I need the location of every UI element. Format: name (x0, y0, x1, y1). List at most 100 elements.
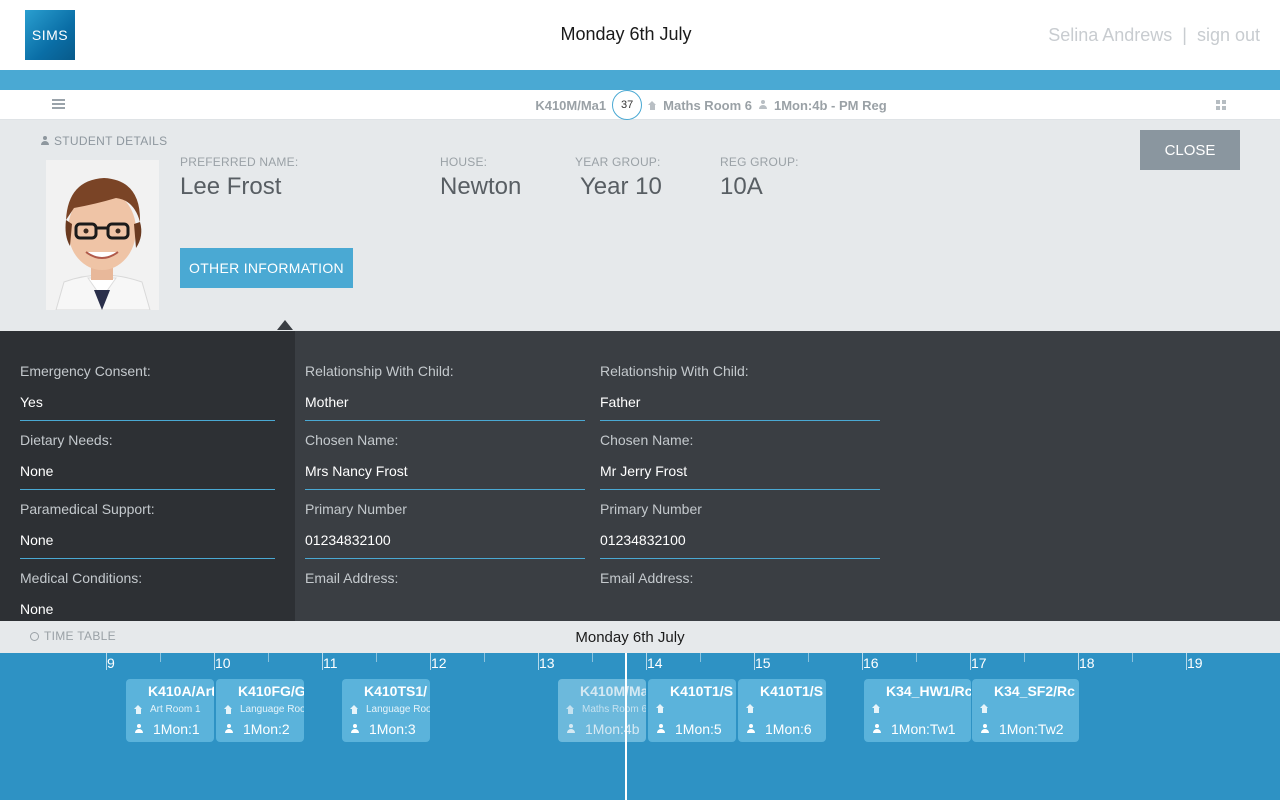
period-icon (224, 724, 234, 734)
student-details-label: STUDENT DETAILS (40, 134, 167, 148)
user-area: Selina Andrews | sign out (1048, 25, 1260, 46)
contact2-primary-number-field: Primary Number 01234832100 (600, 501, 880, 559)
field-divider (600, 558, 880, 559)
lesson-card[interactable]: K410T1/S 1Mon:5 (648, 679, 736, 742)
timetable-date: Monday 6th July (575, 629, 685, 646)
preferred-name-label: PREFERRED NAME: (180, 155, 299, 169)
student-details-title: STUDENT DETAILS (54, 134, 168, 148)
lesson-period: 1Mon:Tw1 (872, 721, 956, 737)
field-label: Email Address: (600, 570, 694, 586)
room-icon (648, 100, 657, 110)
lesson-room (980, 704, 996, 713)
lesson-card[interactable]: K410FG/Ge Language Room 1Mon:2 (216, 679, 304, 742)
other-information-button[interactable]: OTHER INFORMATION (180, 248, 353, 288)
lesson-card[interactable]: K34_SF2/Rc 1Mon:Tw2 (972, 679, 1079, 742)
hour-label: 18 (1079, 655, 1095, 671)
room-icon (746, 704, 755, 713)
period-icon (134, 724, 144, 734)
field-value: Mother (305, 394, 349, 410)
field-divider (20, 558, 275, 559)
room-icon (134, 705, 143, 714)
lesson-period-text: 1Mon:5 (675, 721, 722, 737)
lesson-period-text: 1Mon:3 (369, 721, 416, 737)
lesson-room (746, 704, 762, 713)
close-button[interactable]: CLOSE (1140, 130, 1240, 170)
field-value[interactable]: 01234832100 (305, 532, 585, 558)
student-details-panel: STUDENT DETAILS PREFERRED NAME: Lee Fros… (0, 120, 1280, 331)
preferred-name-value: Lee Frost (180, 173, 282, 200)
reg-group-value: 10A (720, 173, 763, 200)
field-label: Primary Number (600, 501, 702, 517)
lesson-room-text: Art Room 1 (150, 704, 201, 715)
half-hour-tick (1132, 653, 1133, 662)
contact2-relationship-field: Relationship With Child: Father (600, 363, 880, 421)
lesson-card[interactable]: K410TS1/Language Room 1Mon:3 (342, 679, 430, 742)
house-value: Newton (440, 173, 522, 200)
field-label: Relationship With Child: (600, 363, 749, 379)
lesson-card[interactable]: K410M/Ma1 Maths Room 6 1Mon:4b (558, 679, 646, 742)
hour-label: 12 (431, 655, 447, 671)
hour-label: 10 (215, 655, 231, 671)
half-hour-tick (592, 653, 593, 662)
period-icon (746, 724, 756, 734)
lesson-room: Language Room (350, 704, 430, 715)
year-group-value: Year 10 (580, 173, 662, 200)
half-hour-tick (1024, 653, 1025, 662)
field-label: Medical Conditions: (20, 570, 143, 586)
class-code: K410M/Ma1 (535, 97, 607, 113)
field-label: Chosen Name: (600, 432, 694, 448)
lesson-period-text: 1Mon:6 (765, 721, 812, 737)
field-label: Primary Number (305, 501, 407, 517)
lesson-period-text: 1Mon:4b (585, 721, 640, 737)
hour-label: 14 (647, 655, 663, 671)
student-photo (46, 160, 159, 310)
field-label: Dietary Needs: (20, 432, 113, 448)
panel-pointer-arrow (277, 320, 293, 330)
lesson-title: K410A/Art1 (148, 683, 214, 699)
period-icon (980, 724, 990, 734)
lesson-room-text: Maths Room 6 (582, 704, 646, 715)
period-icon (350, 724, 360, 734)
current-time-line (625, 653, 627, 800)
hour-label: 19 (1187, 655, 1203, 671)
lesson-room: Maths Room 6 (566, 704, 646, 715)
lesson-title: K34_HW1/Rc (886, 683, 971, 699)
room-icon (350, 705, 359, 714)
room-icon (656, 704, 665, 713)
top-header: SIMS Monday 6th July Selina Andrews | si… (0, 0, 1280, 70)
dietary-needs-field: Dietary Needs: None (20, 432, 275, 490)
sign-out-link[interactable]: sign out (1197, 25, 1260, 46)
field-divider (305, 558, 585, 559)
house-label: HOUSE: (440, 155, 488, 169)
lesson-title: K410T1/S (670, 683, 734, 699)
lesson-title: K410TS1/ (364, 683, 428, 699)
contact2-email-field: Email Address: (600, 570, 880, 586)
user-separator: | (1182, 25, 1187, 45)
header-accent-strip (0, 70, 1280, 90)
grid-view-icon[interactable] (1216, 100, 1226, 110)
field-divider (600, 420, 880, 421)
emergency-consent-field: Emergency Consent: Yes (20, 363, 275, 421)
person-icon (40, 136, 50, 146)
period-name: 1Mon:4b - PM Reg (773, 97, 887, 113)
period-icon (872, 724, 882, 734)
medical-conditions-field: Medical Conditions: None (20, 570, 275, 627)
lesson-card[interactable]: K410A/Art1 Art Room 1 1Mon:1 (126, 679, 214, 742)
lesson-title: K410FG/Ge (238, 683, 304, 699)
lesson-room: Language Room (224, 704, 304, 715)
field-divider (305, 489, 585, 490)
lesson-card[interactable]: K410T1/S 1Mon:6 (738, 679, 826, 742)
lesson-period: 1Mon:4b (566, 721, 639, 737)
room-icon (872, 704, 881, 713)
half-hour-tick (808, 653, 809, 662)
half-hour-tick (376, 653, 377, 662)
lesson-room-text: Language Room (366, 704, 430, 715)
contact2-chosen-name-field: Chosen Name: Mr Jerry Frost (600, 432, 880, 490)
lesson-card[interactable]: K34_HW1/Rc 1Mon:Tw1 (864, 679, 971, 742)
timetable-grid[interactable]: 9 10 11 12 13 14 15 16 17 18 19 K410A/Art1 Art Room … (0, 653, 1280, 800)
contact1-relationship-field: Relationship With Child: Mother (305, 363, 585, 421)
field-value[interactable]: 01234832100 (600, 532, 880, 558)
period-icon (656, 724, 666, 734)
timetable-header: TIME TABLE Monday 6th July (0, 621, 1280, 653)
lesson-summary: K410M/Ma1 37 Maths Room 6 1Mon:4b - PM R… (0, 90, 1280, 120)
